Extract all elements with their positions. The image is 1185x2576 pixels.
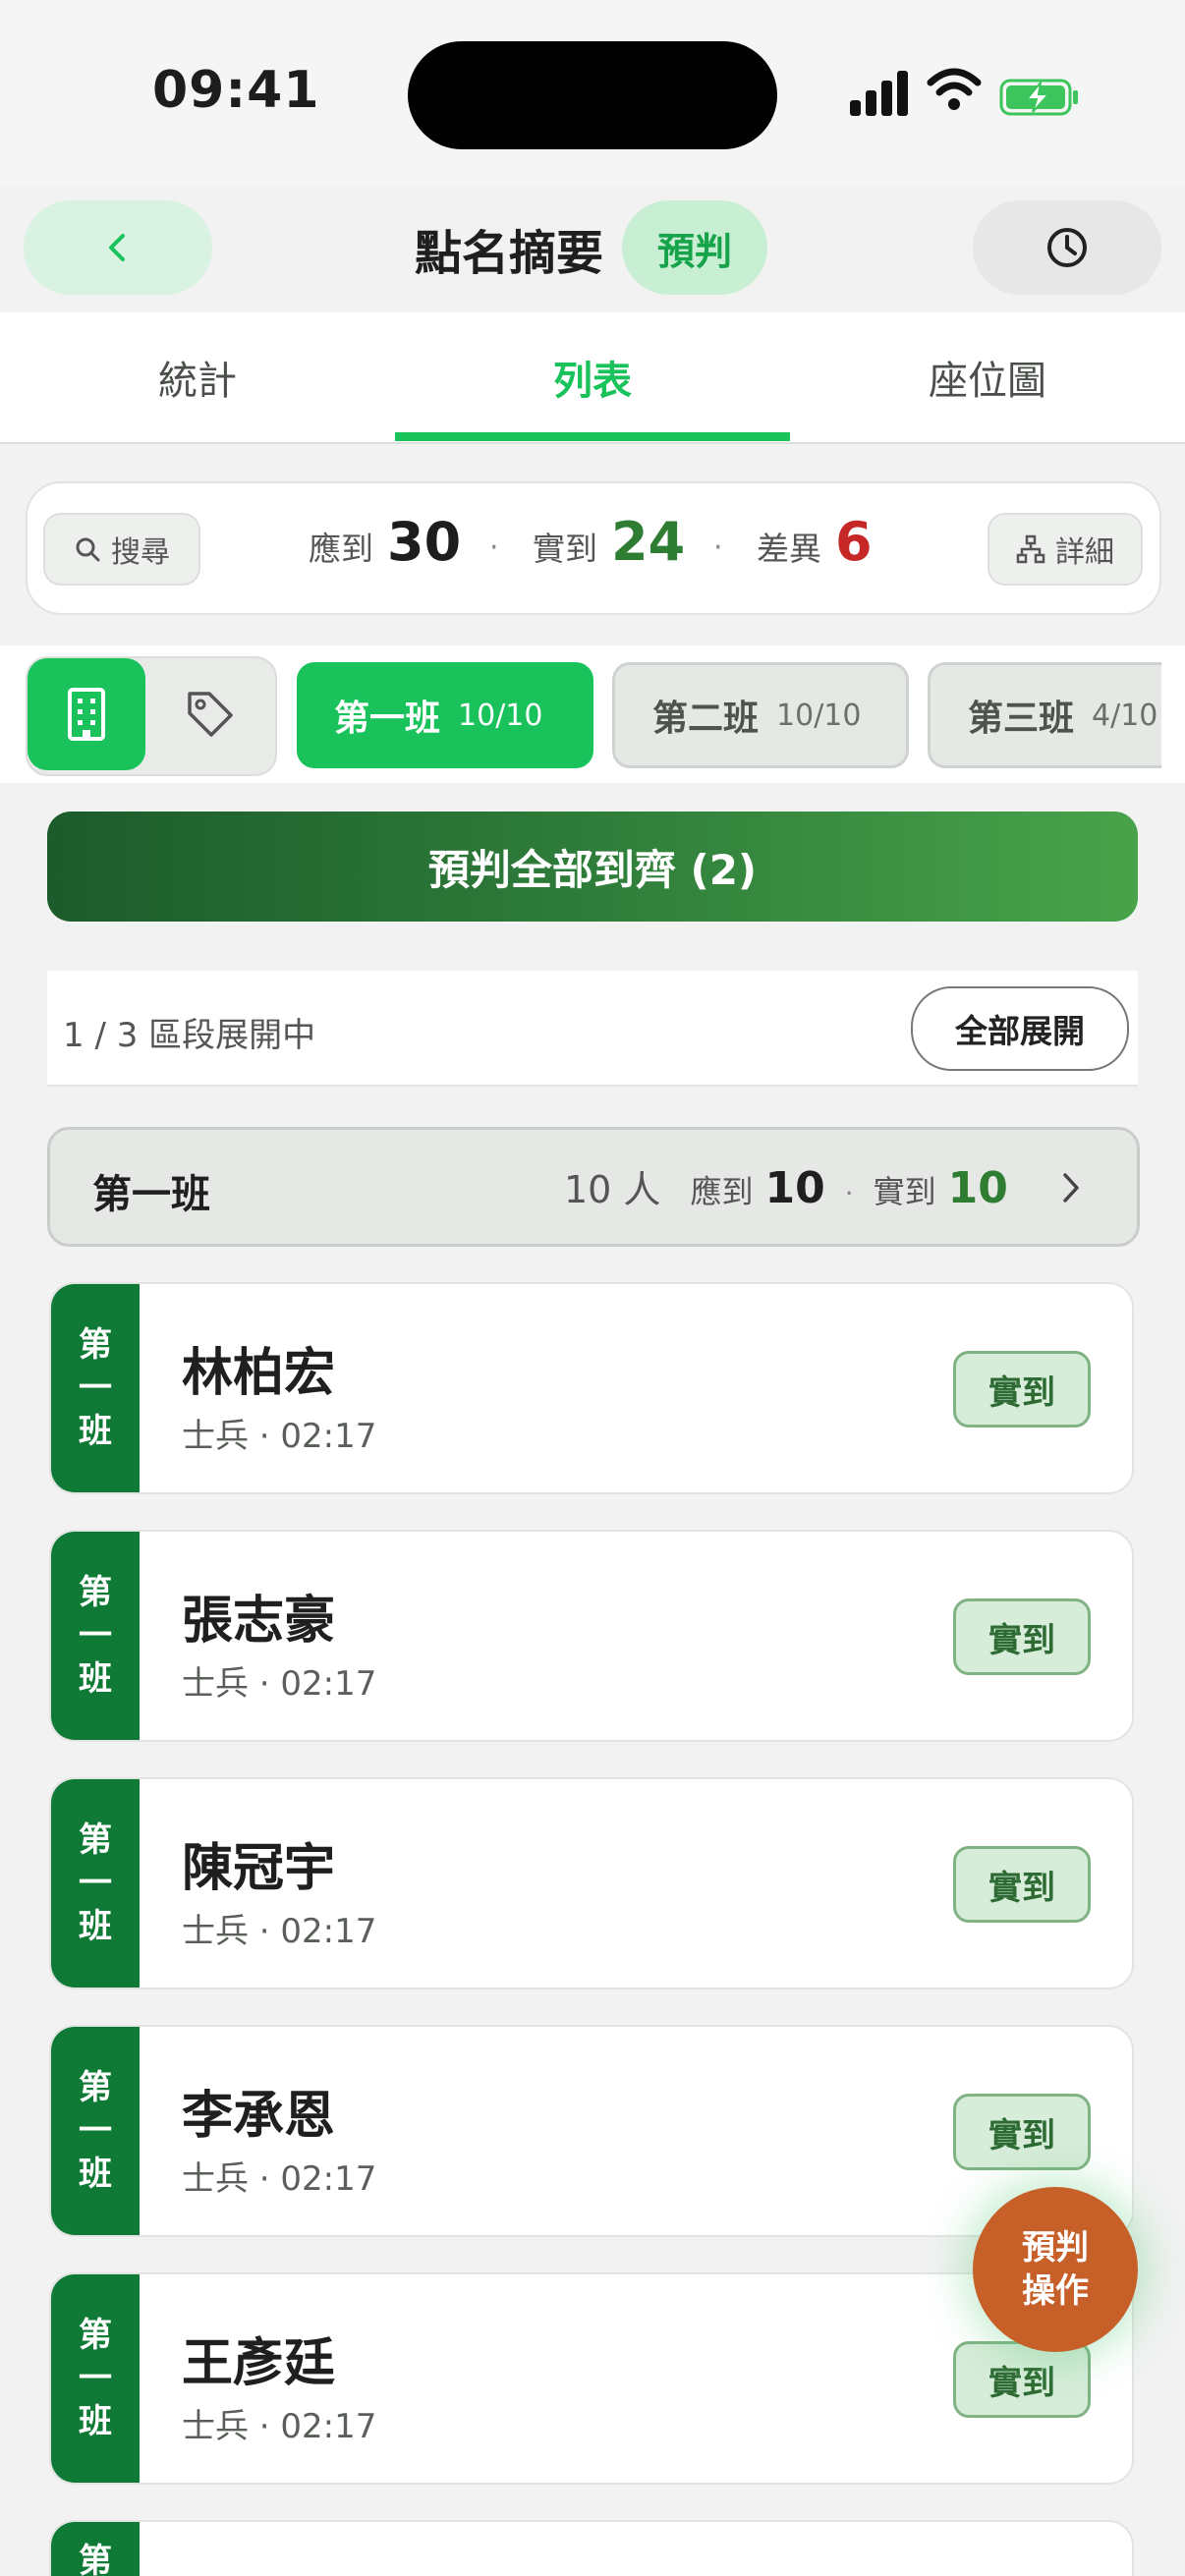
class-tag: 第一班 [51, 1779, 140, 1988]
student-card[interactable]: 第一班 李承恩 士兵 · 02:17 實到 [49, 2025, 1134, 2237]
clock-icon [1047, 228, 1087, 267]
student-name: 張志豪 [182, 1592, 336, 1651]
detail-button[interactable]: 詳細 [988, 513, 1143, 586]
class-tag: 第一班 [51, 2027, 140, 2235]
page-title: 點名摘要 [415, 226, 604, 281]
student-rank-time: 士兵 · 02:17 [182, 2159, 377, 2199]
attendance-status-button[interactable]: 實到 [953, 1351, 1091, 1428]
attendance-status-button[interactable]: 實到 [953, 2094, 1091, 2170]
difference-label: 差異 [757, 530, 821, 568]
back-button[interactable] [24, 200, 212, 295]
student-name: 李承恩 [182, 2087, 336, 2146]
status-time: 09:41 [152, 61, 320, 120]
expected-stat: 應到 30 [309, 511, 461, 573]
attendance-status-button[interactable]: 實到 [953, 1598, 1091, 1675]
predict-mode-badge: 預判 [622, 200, 767, 295]
history-button[interactable] [973, 200, 1161, 295]
fab-label-line-2: 操作 [1022, 2271, 1089, 2311]
student-rank-time: 士兵 · 02:17 [182, 1912, 377, 1951]
chip-count: 10/10 [458, 698, 543, 733]
present-stat: 實到 24 [533, 511, 685, 573]
student-rank-time: 士兵 · 02:17 [182, 1417, 377, 1456]
detail-label: 詳細 [1055, 535, 1114, 570]
student-rank-time: 士兵 · 02:17 [182, 1664, 377, 1704]
student-card[interactable]: 第一班 林柏宏 士兵 · 02:17 實到 [49, 1282, 1134, 1494]
group-expected-label: 應到 [690, 1173, 754, 1210]
student-card[interactable]: 第一班 張志豪 士兵 · 02:17 實到 [49, 1530, 1134, 1742]
chip-count: 4/10 [1092, 698, 1158, 733]
predict-all-present-button[interactable]: 預判全部到齊 (2) [47, 812, 1138, 922]
student-name: 王彥廷 [182, 2334, 336, 2393]
chip-count: 10/10 [776, 698, 862, 733]
expand-all-button[interactable]: 全部展開 [911, 986, 1129, 1071]
chip-name: 第三班 [968, 699, 1075, 739]
tab-bar: 統計 列表 座位圖 [0, 312, 1185, 444]
student-name: 陳冠宇 [182, 1839, 336, 1898]
tab-list[interactable]: 列表 [395, 312, 790, 442]
chevron-right-icon [1063, 1173, 1079, 1203]
student-name: 林柏宏 [182, 1344, 336, 1403]
attendance-status-button[interactable]: 實到 [953, 1846, 1091, 1923]
chevron-left-icon [109, 234, 125, 261]
filter-chip-class-3[interactable]: 第三班 4/10 [928, 662, 1161, 768]
chip-name: 第一班 [334, 699, 441, 739]
group-stats: 10 人 應到 10 · 實到 10 [564, 1159, 1008, 1213]
filter-chip-class-2[interactable]: 第二班 10/10 [612, 662, 909, 768]
difference-value: 6 [835, 511, 873, 573]
attendance-status-button[interactable]: 實到 [953, 2341, 1091, 2418]
search-button[interactable]: 搜尋 [43, 513, 200, 586]
difference-stat: 差異 6 [757, 511, 873, 573]
wifi-icon [927, 68, 982, 110]
present-label: 實到 [533, 530, 597, 568]
group-present-value: 10 [947, 1163, 1008, 1213]
battery-charging-icon [999, 79, 1078, 116]
class-tag: 第一班 [51, 2274, 140, 2483]
cellular-signal-icon [850, 69, 909, 116]
separator-dot: · [844, 1177, 854, 1209]
tab-statistics[interactable]: 統計 [0, 312, 395, 442]
tab-seat-map[interactable]: 座位圖 [790, 312, 1185, 442]
student-card[interactable]: 第一班 陳冠宇 士兵 · 02:17 實到 [49, 1777, 1134, 1989]
group-present-label: 實到 [873, 1173, 936, 1210]
class-tag: 第 [51, 2522, 140, 2576]
fab-label-line-1: 預判 [1022, 2228, 1089, 2268]
separator-dot: · [713, 531, 723, 565]
sections-expanded-text: 1 / 3 區段展開中 [63, 1016, 316, 1055]
student-rank-time: 士兵 · 02:17 [182, 2407, 377, 2446]
class-filter-chips: 第一班 10/10 第二班 10/10 第三班 4/10 [0, 645, 1161, 783]
chip-name: 第二班 [652, 699, 760, 739]
search-label: 搜尋 [111, 535, 170, 570]
dynamic-island [408, 41, 777, 149]
present-value: 24 [611, 511, 686, 573]
filter-chip-class-1[interactable]: 第一班 10/10 [297, 662, 593, 768]
group-expected-value: 10 [764, 1163, 825, 1213]
active-tab-indicator [395, 432, 790, 441]
student-card[interactable]: 第一班 王彥廷 士兵 · 02:17 實到 [49, 2272, 1134, 2485]
predict-actions-fab[interactable]: 預判 操作 [973, 2187, 1138, 2352]
expected-label: 應到 [309, 530, 373, 568]
hierarchy-icon [1016, 534, 1045, 564]
class-tag: 第一班 [51, 1284, 140, 1492]
search-icon [76, 537, 100, 562]
group-name: 第一班 [92, 1172, 210, 1217]
expected-value: 30 [387, 511, 462, 573]
group-people-count: 10 人 [564, 1168, 661, 1211]
separator-dot: · [489, 531, 499, 565]
class-tag: 第一班 [51, 1532, 140, 1740]
student-card[interactable]: 第 [49, 2520, 1134, 2576]
